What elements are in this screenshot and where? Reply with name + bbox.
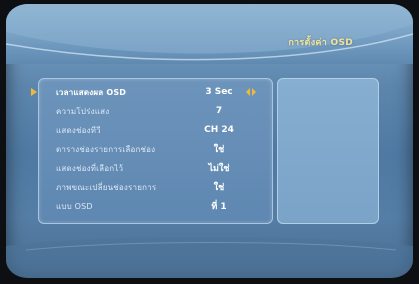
- menu-item-channel-change-picture[interactable]: ภาพขณะเปลี่ยนช่องรายการ ใช่: [39, 179, 272, 195]
- header-band: การตั้งค่า OSD: [6, 4, 413, 64]
- menu-item-value: CH 24: [204, 125, 234, 135]
- menu-item-label: แสดงช่องที่เลือกไว้: [56, 163, 124, 173]
- menu-item-show-channel[interactable]: แสดงช่องทีวี CH 24: [39, 122, 272, 138]
- header-wave-decoration: [6, 4, 413, 61]
- menu-title: การตั้งค่า OSD: [288, 38, 353, 48]
- menu-item-transparency[interactable]: ความโปร่งแสง 7: [39, 103, 272, 119]
- menu-item-selected-channel[interactable]: แสดงช่องที่เลือกไว้ ไม่ใช่: [39, 160, 272, 176]
- menu-item-value: ไม่ใช่: [208, 164, 230, 174]
- menu-item-label: แบบ OSD: [56, 201, 93, 211]
- menu-item-osd-style[interactable]: แบบ OSD ที่ 1: [39, 198, 272, 214]
- footer-wave-decoration: [6, 237, 413, 278]
- menu-item-osd-timeout[interactable]: เวลาแสดงผล OSD 3 Sec: [31, 84, 272, 100]
- menu-item-channel-table[interactable]: ตารางช่องรายการเลือกช่อง ใช่: [39, 141, 272, 157]
- menu-item-label: แสดงช่องทีวี: [56, 125, 101, 135]
- menu-item-label: เวลาแสดงผล OSD: [56, 87, 127, 97]
- menu-item-value: ใช่: [213, 183, 225, 193]
- menu-item-value: 3 Sec: [205, 87, 233, 97]
- menu-item-value: 7: [215, 106, 223, 116]
- selection-arrow-icon: [31, 88, 37, 96]
- menu-item-value: ใช่: [213, 145, 225, 155]
- menu-item-value: ที่ 1: [211, 202, 227, 212]
- preview-panel: [277, 78, 379, 224]
- osd-settings-list: เวลาแสดงผล OSD 3 Sec ความโปร่งแสง 7 แสดง…: [31, 78, 273, 224]
- menu-item-label: ความโปร่งแสง: [56, 106, 110, 116]
- tv-screen: การตั้งค่า OSD เวลาแสดงผล OSD 3 Sec ความ…: [6, 4, 413, 278]
- menu-item-label: ตารางช่องรายการเลือกช่อง: [56, 144, 156, 154]
- menu-item-label: ภาพขณะเปลี่ยนช่องรายการ: [56, 182, 157, 192]
- left-right-arrows-icon[interactable]: [246, 88, 256, 96]
